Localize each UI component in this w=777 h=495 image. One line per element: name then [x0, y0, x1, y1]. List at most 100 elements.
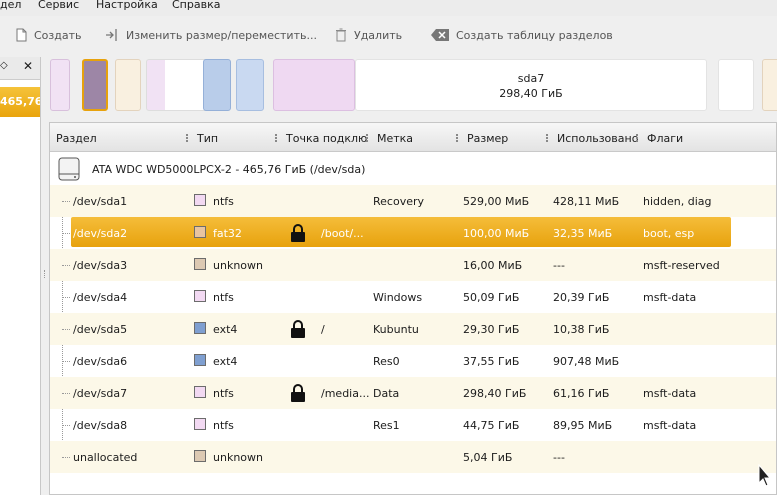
column-resize-handle[interactable]	[456, 134, 460, 142]
delete-label: Удалить	[354, 28, 403, 42]
create-label: Создать	[34, 28, 82, 42]
partition-flags: msft-data	[643, 419, 697, 432]
filesystem-color-swatch	[194, 418, 206, 430]
map-segment-sda5[interactable]	[203, 59, 231, 111]
partition-row[interactable]: /dev/sda2 fat32 /boot/... 100,00 МиБ 32,35 …	[50, 217, 776, 249]
partition-row[interactable]: /dev/sda6 ext4 Res0 37,55 ГиБ 907,48 МиБ	[50, 345, 776, 377]
partition-used: 907,48 МиБ	[553, 355, 620, 368]
partition-size: 5,04 ГиБ	[463, 451, 513, 464]
mount-point: /media...	[321, 387, 370, 400]
create-partition-table-button[interactable]: Создать таблицу разделов	[430, 28, 613, 42]
column-resize-handle[interactable]	[546, 134, 550, 142]
lock-icon	[291, 224, 305, 242]
resize-icon	[106, 29, 117, 41]
partition-size: 529,00 МиБ	[463, 195, 530, 208]
column-resize-handle[interactable]	[186, 134, 190, 142]
column-partition[interactable]: Раздел	[56, 132, 97, 145]
partition-label: Kubuntu	[373, 323, 419, 336]
partition-label: Windows	[373, 291, 423, 304]
lock-icon	[291, 384, 305, 402]
partition-row[interactable]: /dev/sda3 unknown 16,00 МиБ --- msft-reserve…	[50, 249, 776, 281]
partition-row[interactable]: /dev/sda1 ntfs Recovery 529,00 МиБ 428,11 Ми…	[50, 185, 776, 217]
partition-row[interactable]: /dev/sda5 ext4 / Kubuntu 29,30 ГиБ 10,38 ГиБ	[50, 313, 776, 345]
partition-name: /dev/sda7	[73, 387, 128, 400]
delete-button[interactable]: Удалить	[334, 28, 402, 42]
pane-splitter[interactable]	[44, 270, 48, 278]
map-segment-sda8[interactable]	[718, 59, 754, 111]
partition-name: /dev/sda5	[73, 323, 128, 336]
filesystem-color-swatch	[194, 194, 206, 206]
trash-icon	[336, 28, 346, 42]
filesystem-type: ntfs	[213, 291, 234, 304]
close-icon[interactable]: ✕	[23, 59, 33, 73]
partition-row[interactable]: unallocated unknown 5,04 ГиБ ---	[50, 441, 776, 473]
column-flags[interactable]: Флаги	[647, 132, 683, 145]
map-segment-sda7[interactable]: sda7 298,40 ГиБ	[355, 59, 707, 111]
disk-row[interactable]: ATA WDC WD5000LPCX-2 - 465,76 ГиБ (/dev/…	[50, 153, 776, 185]
disk-label: ATA WDC WD5000LPCX-2 - 465,76 ГиБ (/dev/…	[92, 163, 366, 176]
menu-settings[interactable]: Настройка	[96, 0, 158, 11]
partition-table: Раздел Тип Точка подклю Метка Размер Исп…	[49, 122, 777, 495]
tree-branch	[62, 233, 70, 234]
filesystem-type: fat32	[213, 227, 242, 240]
partition-size: 37,55 ГиБ	[463, 355, 520, 368]
map-segment-sda2[interactable]	[82, 59, 108, 111]
partition-label: Data	[373, 387, 400, 400]
partition-name: unallocated	[73, 451, 138, 464]
create-button[interactable]: Создать	[14, 28, 82, 42]
table-header: Раздел Тип Точка подклю Метка Размер Исп…	[50, 123, 776, 152]
partition-name: /dev/sda8	[73, 419, 128, 432]
menu-partition[interactable]: дел	[0, 0, 21, 11]
resize-move-button[interactable]: Изменить размер/переместить...	[104, 28, 317, 42]
partition-row[interactable]: /dev/sda4 ntfs Windows 50,09 ГиБ 20,39 ГиБ ms…	[50, 281, 776, 313]
column-resize-handle[interactable]	[366, 134, 370, 142]
mount-point: /boot/...	[321, 227, 364, 240]
partition-row[interactable]: /dev/sda7 ntfs /media... Data 298,40 ГиБ 61,…	[50, 377, 776, 409]
partition-label: Res1	[373, 419, 400, 432]
float-icon[interactable]: ◇	[0, 60, 8, 71]
partition-used: 20,39 ГиБ	[553, 291, 610, 304]
partition-name: /dev/sda1	[73, 195, 128, 208]
filesystem-type: ntfs	[213, 195, 234, 208]
partition-size: 44,75 ГиБ	[463, 419, 520, 432]
tree-branch	[62, 425, 70, 426]
column-mountpoint[interactable]: Точка подклю	[286, 132, 367, 145]
clear-icon	[431, 29, 449, 41]
column-size[interactable]: Размер	[467, 132, 508, 145]
filesystem-color-swatch	[194, 386, 206, 398]
device-item-sda[interactable]: 465,76...	[0, 87, 40, 117]
menu-bar: дел Сервис Настройка Справка	[0, 0, 777, 16]
partition-size: 29,30 ГиБ	[463, 323, 520, 336]
filesystem-color-swatch	[194, 226, 206, 238]
column-used[interactable]: Использовано	[557, 132, 638, 145]
partition-size: 100,00 МиБ	[463, 227, 530, 240]
menu-service[interactable]: Сервис	[38, 0, 79, 11]
partition-size: 50,09 ГиБ	[463, 291, 520, 304]
map-segment-sda6[interactable]	[236, 59, 264, 111]
hard-disk-icon	[58, 157, 80, 181]
mouse-cursor-icon	[758, 464, 772, 487]
tree-branch	[62, 457, 70, 458]
partition-flags: msft-data	[643, 387, 697, 400]
column-resize-handle[interactable]	[636, 134, 640, 142]
menu-help[interactable]: Справка	[172, 0, 220, 11]
filesystem-color-swatch	[194, 258, 206, 270]
partition-map: sda7 298,40 ГиБ	[48, 57, 777, 113]
tree-branch	[62, 329, 70, 330]
lock-icon	[291, 320, 305, 338]
resize-label: Изменить размер/переместить...	[126, 28, 317, 42]
column-resize-handle[interactable]	[275, 134, 279, 142]
map-segment-unallocated[interactable]	[762, 59, 777, 111]
partition-name: /dev/sda2	[73, 227, 128, 240]
map-segment-sda3[interactable]	[115, 59, 141, 111]
map-segment-sda1[interactable]	[50, 59, 70, 111]
map-sda7-size: 298,40 ГиБ	[499, 87, 563, 100]
partition-flags: msft-data	[643, 291, 697, 304]
partition-size: 16,00 МиБ	[463, 259, 523, 272]
filesystem-type: ext4	[213, 355, 238, 368]
partition-row[interactable]: /dev/sda8 ntfs Res1 44,75 ГиБ 89,95 МиБ msft-…	[50, 409, 776, 441]
column-type[interactable]: Тип	[197, 132, 218, 145]
column-label[interactable]: Метка	[377, 132, 413, 145]
map-sda7-name: sda7	[517, 72, 545, 85]
map-segment-sda7-used[interactable]	[273, 59, 355, 111]
